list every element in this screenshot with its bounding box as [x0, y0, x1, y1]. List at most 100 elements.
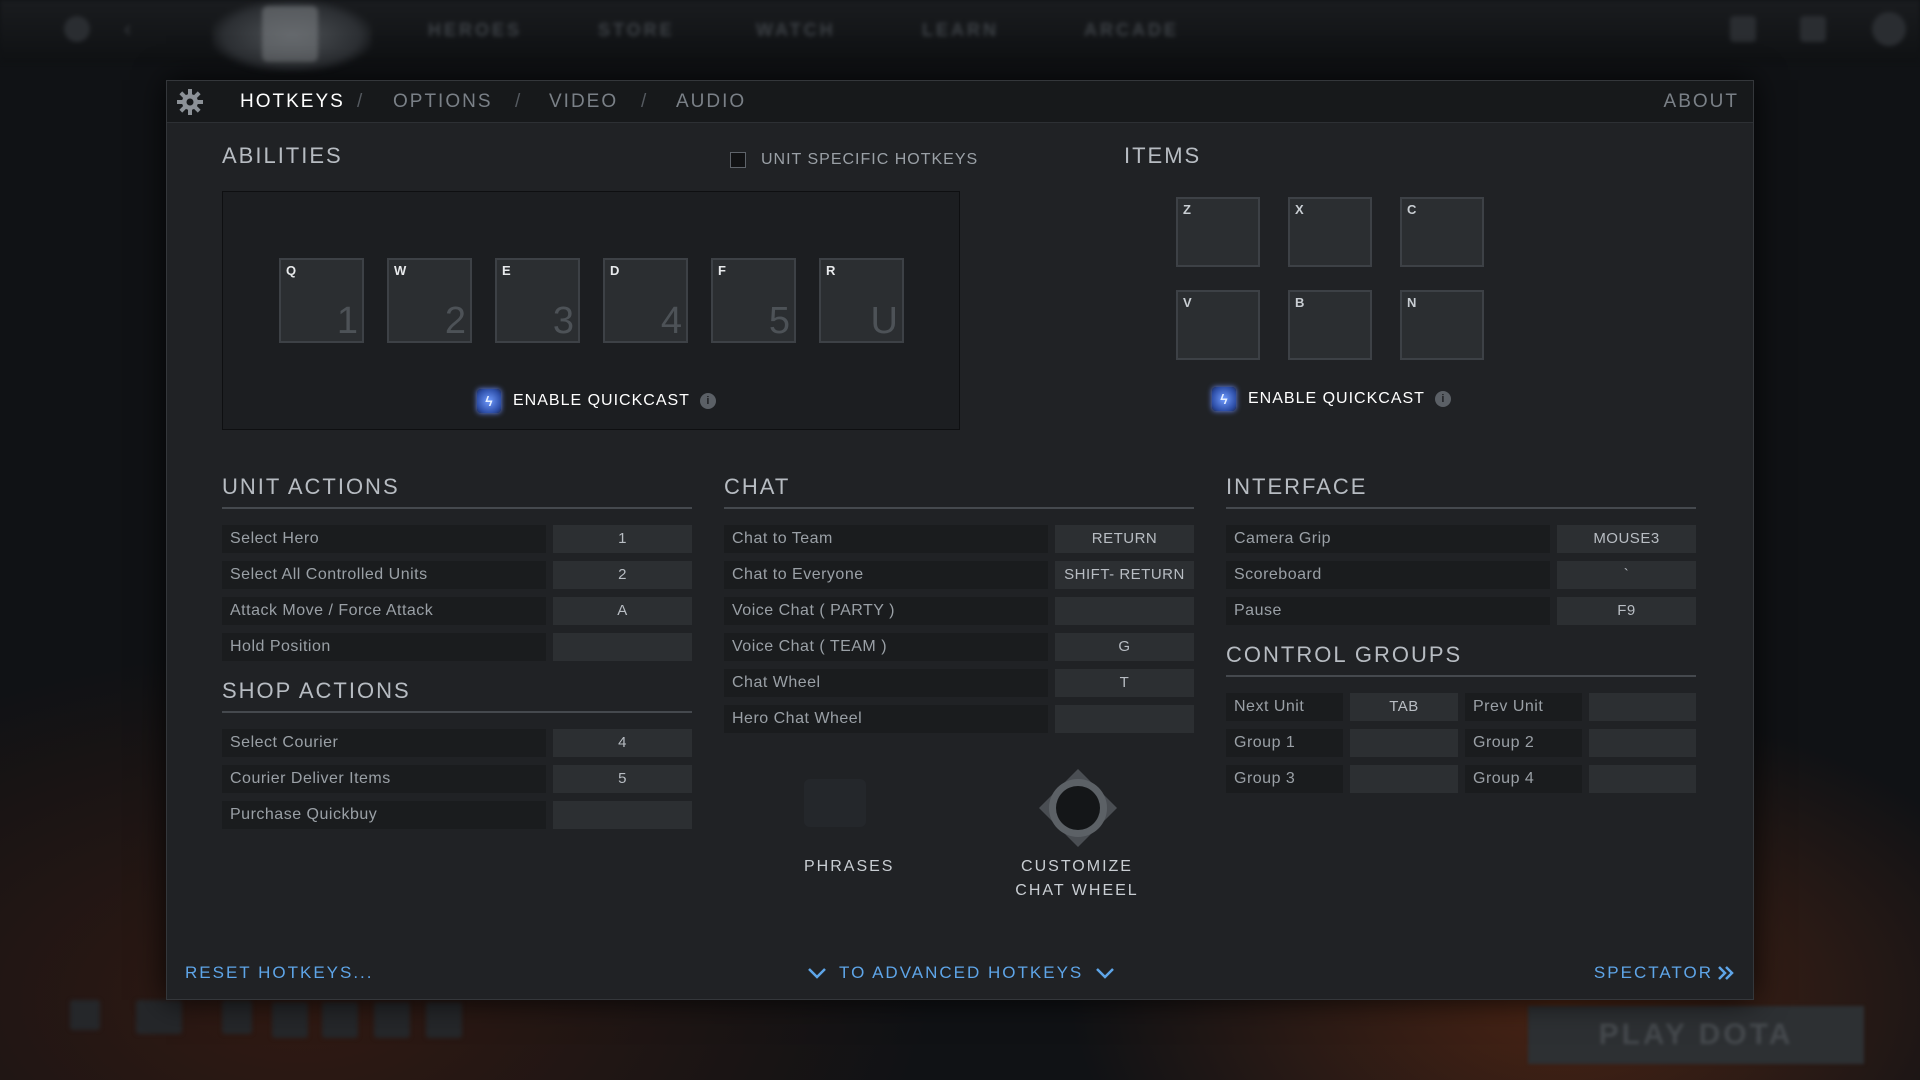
ability-number: 2 [444, 300, 466, 342]
tab-about[interactable]: ABOUT [1664, 91, 1739, 113]
hotkey-binding[interactable] [1055, 705, 1194, 733]
help-icon[interactable] [222, 1000, 252, 1034]
hotkey-binding[interactable] [1350, 729, 1458, 757]
hotkey-binding[interactable] [1589, 693, 1696, 721]
chat-title: CHAT [724, 474, 791, 499]
tab-video[interactable]: VIDEO [549, 91, 618, 113]
hotkey-label: Chat to Everyone [724, 561, 1048, 589]
tab-hotkeys[interactable]: HOTKEYS [240, 91, 345, 113]
nav-arcade[interactable]: ARCADE [1084, 20, 1179, 41]
settings-icon[interactable] [64, 16, 90, 42]
item-slot-z[interactable]: Z [1176, 197, 1260, 267]
hotkey-label: Chat to Team [724, 525, 1048, 553]
hotkey-binding[interactable]: 1 [553, 525, 692, 553]
ability-key: Q [286, 263, 297, 278]
hotkey-binding[interactable]: 5 [553, 765, 692, 793]
nav-watch[interactable]: WATCH [756, 20, 836, 41]
unit-specific-hotkeys-checkbox[interactable] [730, 152, 746, 168]
gear-icon[interactable] [175, 87, 205, 117]
abilities-quickcast-toggle[interactable]: ϟ ENABLE QUICKCAST i [477, 389, 716, 413]
ability-slot-r[interactable]: R U [819, 258, 904, 343]
shop-actions-title: SHOP ACTIONS [222, 678, 411, 703]
hotkey-label: Hero Chat Wheel [724, 705, 1048, 733]
spectator-link[interactable]: SPECTATOR [1594, 963, 1735, 983]
hotkey-binding[interactable] [553, 633, 692, 661]
ability-key: F [718, 263, 726, 278]
item-slot-x[interactable]: X [1288, 197, 1372, 267]
hotkey-binding[interactable]: A [553, 597, 692, 625]
phrases-icon[interactable] [804, 779, 866, 827]
hotkey-label: Select Hero [222, 525, 546, 553]
tab-options[interactable]: OPTIONS [393, 91, 493, 113]
play-dota-button[interactable]: PLAY DOTA [1528, 1006, 1864, 1064]
hotkey-label: Hold Position [222, 633, 546, 661]
settings-panel: HOTKEYS / OPTIONS / VIDEO / AUDIO ABOUT … [166, 80, 1754, 1000]
customize-line2: CHAT WHEEL [1015, 882, 1139, 899]
item-key: X [1295, 202, 1304, 217]
nav-store[interactable]: STORE [598, 20, 675, 41]
chat-toggle-icon[interactable] [70, 1000, 100, 1030]
item-slot-b[interactable]: B [1288, 290, 1372, 360]
dota-logo[interactable] [262, 6, 318, 62]
ability-slot-d[interactable]: D 4 [603, 258, 688, 343]
friends-icon[interactable] [1800, 16, 1826, 42]
tab-separator: / [515, 91, 521, 112]
ability-slot-w[interactable]: W 2 [387, 258, 472, 343]
customize-chat-wheel-label[interactable]: CUSTOMIZE CHAT WHEEL [1007, 855, 1147, 903]
hotkey-binding[interactable]: ` [1557, 561, 1696, 589]
hotkey-label: Pause [1226, 597, 1550, 625]
double-chevron-right-icon [1718, 966, 1734, 980]
hotkey-binding[interactable]: MOUSE3 [1557, 525, 1696, 553]
ability-slot-f[interactable]: F 5 [711, 258, 796, 343]
section-divider [222, 507, 692, 509]
hotkey-binding[interactable]: F9 [1557, 597, 1696, 625]
mail-icon[interactable] [1730, 16, 1756, 42]
tab-separator: / [357, 91, 363, 112]
hotkey-binding[interactable]: SHIFT- RETURN [1055, 561, 1194, 589]
slot-icon [322, 1002, 358, 1038]
hotkey-label: Select All Controlled Units [222, 561, 546, 589]
hotkey-label: Next Unit [1226, 693, 1343, 721]
hotkey-binding[interactable] [1055, 597, 1194, 625]
phrases-label[interactable]: PHRASES [804, 855, 894, 879]
info-icon[interactable]: i [1434, 391, 1451, 407]
nav-heroes[interactable]: HEROES [428, 20, 522, 41]
unit-specific-hotkeys-label[interactable]: UNIT SPECIFIC HOTKEYS [761, 151, 978, 169]
tab-audio[interactable]: AUDIO [676, 91, 746, 113]
customize-line1: CUSTOMIZE [1021, 858, 1133, 875]
hotkey-binding[interactable] [553, 801, 692, 829]
nav-learn[interactable]: LEARN [922, 20, 999, 41]
advanced-hotkeys-link[interactable]: TO ADVANCED HOTKEYS [807, 963, 1115, 983]
item-slot-n[interactable]: N [1400, 290, 1484, 360]
hotkey-binding[interactable]: 4 [553, 729, 692, 757]
hotkey-binding[interactable]: T [1055, 669, 1194, 697]
avatar[interactable] [1872, 12, 1906, 46]
hotkey-label: Purchase Quickbuy [222, 801, 546, 829]
reset-hotkeys-link[interactable]: RESET HOTKEYS... [185, 963, 374, 983]
hotkey-label: Camera Grip [1226, 525, 1550, 553]
info-icon[interactable]: i [699, 393, 716, 409]
item-key: C [1407, 202, 1417, 217]
item-slot-c[interactable]: C [1400, 197, 1484, 267]
item-slot-v[interactable]: V [1176, 290, 1260, 360]
section-divider [1226, 507, 1696, 509]
slot-icon [426, 1002, 462, 1038]
chevron-down-icon [808, 968, 826, 979]
items-quickcast-toggle[interactable]: ϟ ENABLE QUICKCAST i [1212, 387, 1451, 411]
interface-title: INTERFACE [1226, 474, 1368, 499]
ability-slot-e[interactable]: E 3 [495, 258, 580, 343]
chat-wheel-icon[interactable] [1037, 767, 1119, 849]
ability-slot-q[interactable]: Q 1 [279, 258, 364, 343]
back-arrow-icon[interactable]: ‹ [124, 16, 150, 42]
hotkey-binding[interactable] [1589, 729, 1696, 757]
hotkey-binding[interactable]: 2 [553, 561, 692, 589]
item-key: B [1295, 295, 1305, 310]
hotkey-binding[interactable]: TAB [1350, 693, 1458, 721]
hotkey-binding[interactable]: G [1055, 633, 1194, 661]
hotkey-binding[interactable] [1350, 765, 1458, 793]
item-key: N [1407, 295, 1417, 310]
hotkey-binding[interactable]: RETURN [1055, 525, 1194, 553]
hotkey-binding[interactable] [1589, 765, 1696, 793]
party-icon[interactable] [136, 1000, 182, 1034]
hotkey-label: Select Courier [222, 729, 546, 757]
